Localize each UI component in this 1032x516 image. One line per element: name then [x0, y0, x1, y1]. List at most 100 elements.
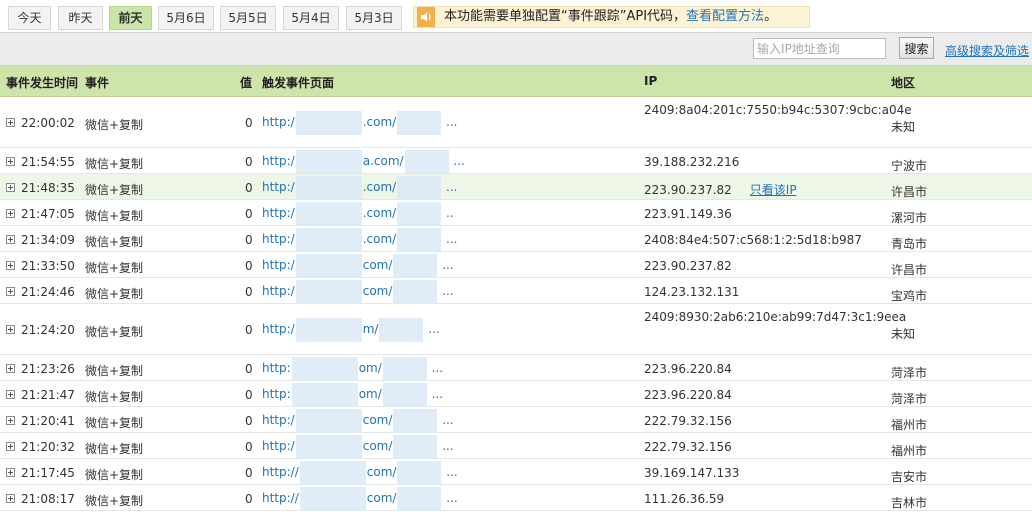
expand-row-icon[interactable] [6, 183, 15, 192]
table-row[interactable]: 21:23:26 微信+复制 0 http: om/ ... 223.96.220.84 菏… [0, 355, 1032, 381]
expand-row-icon[interactable] [6, 494, 15, 503]
expand-row-icon[interactable] [6, 416, 15, 425]
table-row[interactable]: 21:48:35 微信+复制 0 http:/ .com/ ... 223.90.237.… [0, 174, 1032, 200]
table-row[interactable]: 21:08:17 微信+复制 0 http:// com/ ... 111.26.36.5… [0, 485, 1032, 511]
trigger-page-link[interactable]: http:/ com/ ... [262, 253, 454, 278]
trigger-page-link[interactable]: http:/ a.com/ ... [262, 149, 465, 174]
url-ellipsis: ... [438, 413, 454, 427]
url-ellipsis: ... [442, 180, 458, 194]
tab-may-4[interactable]: 5月4日 [283, 6, 339, 30]
event-value: 0 [245, 233, 253, 247]
trigger-page-link[interactable]: http: om/ ... [262, 356, 443, 381]
redacted-block [295, 227, 362, 252]
trigger-page-link[interactable]: http:/ com/ ... [262, 434, 454, 459]
redacted-block [404, 149, 449, 174]
search-toolbar: 搜索 高级搜索及筛选 [0, 32, 1032, 66]
tab-day-before-yesterday[interactable]: 前天 [109, 6, 152, 30]
tab-yesterday[interactable]: 昨天 [58, 6, 103, 30]
table-row[interactable]: 21:21:47 微信+复制 0 http: om/ ... 223.96.220.84 菏… [0, 381, 1032, 407]
trigger-page-link[interactable]: http:/ .com/ .. [262, 201, 454, 226]
trigger-page-link[interactable]: http:/ .com/ ... [262, 227, 457, 252]
url-domain-suffix: .com/ [362, 232, 397, 246]
expand-row-icon[interactable] [6, 390, 15, 399]
table-row[interactable]: 21:20:32 微信+复制 0 http:/ com/ ... 222.79.32.15… [0, 433, 1032, 459]
region: 福州市 [891, 418, 928, 432]
advanced-search-link[interactable]: 高级搜索及筛选 [945, 42, 1029, 59]
table-row[interactable]: 21:17:45 微信+复制 0 http:// com/ ... 39.169.147.… [0, 459, 1032, 485]
expand-row-icon[interactable] [6, 235, 15, 244]
event-value: 0 [245, 259, 253, 273]
expand-row-icon[interactable] [6, 157, 15, 166]
event-time: 21:20:41 [21, 414, 75, 428]
trigger-page-link[interactable]: http:// com/ ... [262, 486, 458, 511]
expand-row-icon[interactable] [6, 468, 15, 477]
expand-row-icon[interactable] [6, 261, 15, 270]
region: 菏泽市 [891, 366, 928, 380]
redacted-block [393, 279, 438, 304]
column-header-ip[interactable]: IP [644, 74, 657, 88]
trigger-page-link[interactable]: http:/ com/ ... [262, 408, 454, 433]
event-value: 0 [245, 466, 253, 480]
expand-row-icon[interactable] [6, 287, 15, 296]
region: 青岛市 [891, 237, 928, 251]
redacted-block [295, 149, 362, 174]
ip-search-input[interactable] [753, 38, 886, 59]
event-value: 0 [245, 323, 253, 337]
column-header-event[interactable]: 事件 [85, 74, 109, 91]
view-config-method-link[interactable]: 查看配置方法 [686, 9, 764, 24]
table-row[interactable]: 21:24:20 微信+复制 0 http:/ m/ ... 2409:8930:2ab6… [0, 304, 1032, 355]
expand-row-icon[interactable] [6, 364, 15, 373]
trigger-page-link[interactable]: http:// com/ ... [262, 460, 458, 485]
url-domain-suffix: com/ [362, 284, 393, 298]
expand-row-icon[interactable] [6, 118, 15, 127]
tab-may-3[interactable]: 5月3日 [346, 6, 402, 30]
tab-may-5[interactable]: 5月5日 [220, 6, 276, 30]
trigger-page-link[interactable]: http: om/ ... [262, 382, 443, 407]
url-ellipsis: ... [438, 258, 454, 272]
url-prefix: http:/ [262, 413, 295, 427]
ip-address: 222.79.32.156 [644, 440, 732, 454]
event-name: 微信+复制 [85, 118, 144, 132]
trigger-page-link[interactable]: http:/ m/ ... [262, 317, 440, 342]
region: 福州市 [891, 444, 928, 458]
url-prefix: http: [262, 387, 291, 401]
ip-address: 2409:8930:2ab6:210e:ab99:7d47:3c1:9eea [644, 310, 907, 324]
table-row[interactable]: 21:34:09 微信+复制 0 http:/ .com/ ... 2408:84e4:5… [0, 226, 1032, 252]
region: 未知 [891, 327, 916, 341]
event-name: 微信+复制 [85, 364, 144, 378]
expand-row-icon[interactable] [6, 442, 15, 451]
url-ellipsis: ... [442, 491, 458, 505]
expand-row-icon[interactable] [6, 325, 15, 334]
search-button[interactable]: 搜索 [899, 37, 934, 59]
trigger-page-link[interactable]: http:/ com/ ... [262, 279, 454, 304]
column-header-value[interactable]: 值 [240, 74, 252, 91]
tab-may-6[interactable]: 5月6日 [158, 6, 214, 30]
column-header-time[interactable]: 事件发生时间 [6, 74, 78, 91]
redacted-block [393, 434, 438, 459]
event-value: 0 [245, 388, 253, 402]
trigger-page-link[interactable]: http:/ .com/ ... [262, 110, 457, 135]
redacted-block [295, 253, 362, 278]
event-name: 微信+复制 [85, 209, 144, 223]
only-this-ip-link[interactable]: 只看该IP [750, 183, 797, 197]
table-row[interactable]: 22:00:02 微信+复制 0 http:/ .com/ ... 2409:8a04:2… [0, 97, 1032, 148]
table-row[interactable]: 21:54:55 微信+复制 0 http:/ a.com/ ... 39.188.232… [0, 148, 1032, 174]
column-header-region[interactable]: 地区 [891, 74, 915, 91]
url-prefix: http:/ [262, 284, 295, 298]
trigger-page-link[interactable]: http:/ .com/ ... [262, 175, 457, 200]
url-prefix: http:// [262, 465, 299, 479]
region: 许昌市 [891, 263, 928, 277]
table-row[interactable]: 21:24:46 微信+复制 0 http:/ com/ ... 124.23.132.1… [0, 278, 1032, 304]
table-row[interactable]: 21:20:41 微信+复制 0 http:/ com/ ... 222.79.32.15… [0, 407, 1032, 433]
expand-row-icon[interactable] [6, 209, 15, 218]
event-name: 微信+复制 [85, 390, 144, 404]
url-domain-suffix: .com/ [362, 180, 397, 194]
table-row[interactable]: 21:47:05 微信+复制 0 http:/ .com/ .. 223.91.149.3… [0, 200, 1032, 226]
ip-address: 124.23.132.131 [644, 285, 740, 299]
event-time: 21:33:50 [21, 259, 75, 273]
event-name: 微信+复制 [85, 468, 144, 482]
tab-today[interactable]: 今天 [8, 6, 51, 30]
table-row[interactable]: 21:33:50 微信+复制 0 http:/ com/ ... 223.90.237.8… [0, 252, 1032, 278]
column-header-page[interactable]: 触发事件页面 [262, 74, 334, 91]
ip-address: 2408:84e4:507:c568:1:2:5d18:b987 [644, 233, 862, 247]
